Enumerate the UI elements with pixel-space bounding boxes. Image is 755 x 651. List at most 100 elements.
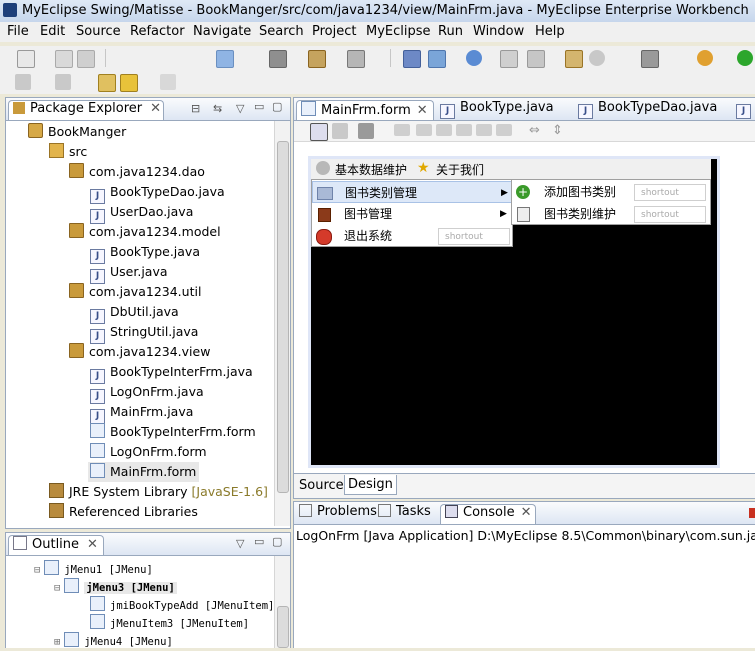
preview-icon[interactable] [358, 123, 374, 139]
deploy-icon[interactable] [269, 50, 287, 68]
minimize-icon[interactable]: ▭ [254, 535, 264, 548]
tab-outline[interactable]: Outline ✕ [8, 535, 104, 555]
scroll-thumb[interactable] [277, 141, 289, 493]
package-explorer-scrollbar[interactable] [274, 121, 290, 526]
shortcut-field[interactable]: shortout [438, 228, 510, 245]
tree-item-selected[interactable]: MainFrm.form [88, 462, 200, 482]
outline-item[interactable]: jMenuItem3 [JMenuItem] [90, 614, 249, 632]
scroll-thumb[interactable] [277, 606, 289, 648]
tree-item-file[interactable]: J User.java [90, 262, 168, 284]
menu-project[interactable]: Project [312, 24, 356, 39]
tree-item-package[interactable]: com.java1234.view [69, 342, 210, 362]
menu-search[interactable]: Search [259, 24, 304, 39]
forward-icon[interactable] [160, 74, 176, 90]
align-right-icon[interactable] [416, 124, 432, 136]
tree-item-file[interactable]: BookTypeInterFrm.form [90, 422, 256, 442]
menu-source[interactable]: Source [76, 24, 121, 39]
tree-item-file[interactable]: J BookType.java [90, 242, 200, 264]
open-type-icon[interactable] [403, 50, 421, 68]
tree-item-file[interactable]: LogOnFrm.form [90, 442, 207, 462]
tab-overflow[interactable]: J [736, 100, 754, 119]
view-menu-icon[interactable]: ▽ [236, 102, 244, 115]
tab-booktypedao-java[interactable]: J BookTypeDao.java [578, 100, 718, 119]
minimize-icon[interactable]: ▭ [254, 100, 264, 113]
menu-item-book-management[interactable]: 图书管理 ▶ [312, 203, 512, 225]
tab-booktype-java[interactable]: J BookType.java [440, 100, 560, 119]
align-bottom-icon[interactable] [476, 124, 492, 136]
new-web-project-icon[interactable] [216, 50, 234, 68]
collapse-icon[interactable]: ⊟ [54, 582, 60, 594]
close-icon[interactable]: ✕ [521, 505, 532, 520]
tab-source[interactable]: Source [299, 478, 344, 493]
menu-myeclipse[interactable]: MyEclipse [366, 24, 431, 39]
link-with-editor-icon[interactable]: ⇆ [213, 102, 222, 115]
tool-icon[interactable] [500, 50, 518, 68]
shortcut-field[interactable]: shortout [634, 184, 706, 201]
tree-item-file[interactable]: J BookTypeDao.java [90, 182, 225, 204]
maximize-icon[interactable]: ▢ [272, 535, 282, 548]
outline-item[interactable]: ⊟ jMenu3 [JMenu] [54, 578, 177, 596]
outline-item[interactable]: jmiBookTypeAdd [JMenuItem] [90, 596, 274, 614]
menu-refactor[interactable]: Refactor [130, 24, 185, 39]
close-icon[interactable]: ✕ [417, 103, 428, 118]
selection-mode-icon[interactable] [310, 123, 328, 141]
connection-mode-icon[interactable] [332, 123, 348, 139]
tree-item-project[interactable]: BookManger [28, 122, 126, 142]
menu-item-book-category[interactable]: 图书类别管理 ▶ [312, 181, 512, 203]
menu-item-maintain-book-category[interactable]: 图书类别维护 shortout [512, 203, 710, 225]
outline-item[interactable]: ⊟ jMenu1 [JMenu] [34, 560, 153, 578]
tree-item-file[interactable]: J BookTypeInterFrm.java [90, 362, 253, 384]
menu-help[interactable]: Help [535, 24, 565, 39]
resize-vertical-icon[interactable]: ⇕ [552, 123, 563, 138]
tab-mainfrm-form[interactable]: MainFrm.form ✕ [296, 100, 434, 120]
form-menu-about-us[interactable]: 关于我们 [436, 161, 484, 178]
tree-item-file[interactable]: J StringUtil.java [90, 322, 198, 344]
close-icon[interactable]: ✕ [87, 537, 98, 552]
tree-item-file[interactable]: J UserDao.java [90, 202, 193, 224]
shortcut-field[interactable]: shortout [634, 206, 706, 223]
tree-item-library[interactable]: JRE System Library [JavaSE-1.6] [49, 482, 268, 502]
save-icon[interactable] [55, 50, 73, 68]
tree-item-file[interactable]: J LogOnFrm.java [90, 382, 204, 404]
last-edit-icon[interactable] [98, 74, 116, 92]
menu-edit[interactable]: Edit [40, 24, 65, 39]
menu-run[interactable]: Run [438, 24, 463, 39]
open-folder-icon[interactable] [565, 50, 583, 68]
menu-window[interactable]: Window [473, 24, 524, 39]
center-horizontal-icon[interactable] [436, 124, 452, 136]
print-icon[interactable] [77, 50, 95, 68]
new-icon[interactable] [17, 50, 35, 68]
terminate-icon[interactable] [749, 508, 755, 518]
camera-icon[interactable] [641, 50, 659, 68]
tree-item-package[interactable]: com.java1234.model [69, 222, 221, 242]
debug-target-icon[interactable] [527, 50, 545, 68]
prev-annotation-icon[interactable] [55, 74, 71, 90]
close-icon[interactable]: ✕ [150, 101, 161, 116]
globe-icon[interactable] [466, 50, 482, 66]
tree-item-package[interactable]: com.java1234.util [69, 282, 201, 302]
server-icon[interactable] [308, 50, 326, 68]
tree-item-file[interactable]: J DbUtil.java [90, 302, 179, 324]
tree-item-package[interactable]: com.java1234.dao [69, 162, 205, 182]
collapse-all-icon[interactable]: ⊟ [191, 102, 200, 115]
tab-design[interactable]: Design [344, 475, 397, 495]
outline-scrollbar[interactable] [274, 556, 290, 648]
view-menu-icon[interactable]: ▽ [236, 537, 244, 550]
browser-icon[interactable] [347, 50, 365, 68]
tab-package-explorer[interactable]: Package Explorer ✕ [8, 100, 164, 120]
maximize-icon[interactable]: ▢ [272, 100, 282, 113]
form-menu-basic-data[interactable]: 基本数据维护 [335, 161, 407, 178]
tree-item-src[interactable]: src [49, 142, 87, 162]
align-left-icon[interactable] [394, 124, 410, 136]
tab-console[interactable]: Console ✕ [440, 504, 536, 524]
tree-item-library[interactable]: Referenced Libraries [49, 502, 198, 522]
menu-navigate[interactable]: Navigate [193, 24, 251, 39]
back-icon[interactable] [120, 74, 138, 92]
collapse-icon[interactable]: ⊟ [34, 564, 40, 576]
debug-icon[interactable] [697, 50, 713, 66]
history-icon[interactable] [589, 50, 605, 66]
center-vertical-icon[interactable] [496, 124, 512, 136]
tab-tasks[interactable]: Tasks [378, 504, 438, 523]
menu-item-exit-system[interactable]: 退出系统 shortout [312, 225, 512, 247]
next-annotation-icon[interactable] [15, 74, 31, 90]
